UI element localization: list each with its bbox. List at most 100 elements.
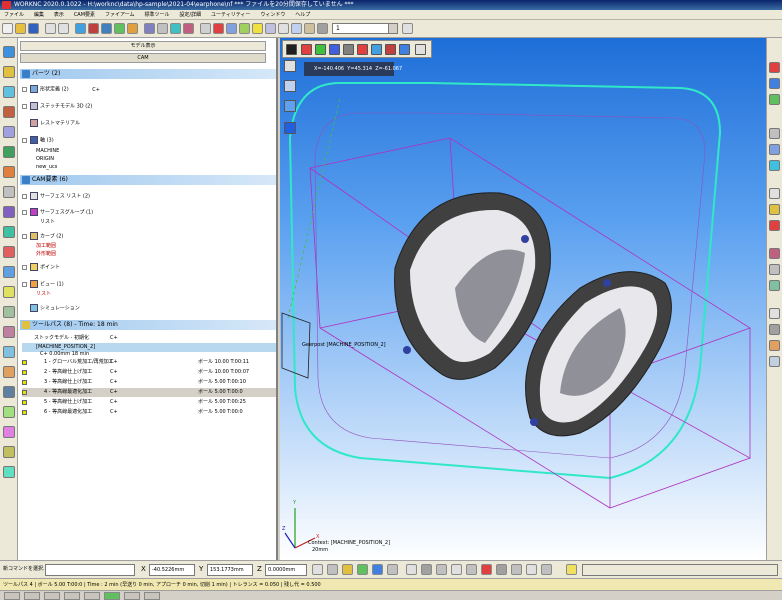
wireframe-cube-icon[interactable] xyxy=(284,60,296,72)
save-icon[interactable] xyxy=(28,23,39,34)
expand-icon[interactable] xyxy=(22,86,27,92)
menu-firearm[interactable]: ファイアーム xyxy=(101,10,139,20)
wire-icon[interactable] xyxy=(114,23,125,34)
view-right-icon[interactable] xyxy=(399,44,410,55)
curve-icon[interactable] xyxy=(3,106,15,118)
layer-icon[interactable] xyxy=(226,23,237,34)
polar-icon[interactable] xyxy=(387,564,398,575)
settings-icon[interactable] xyxy=(317,23,328,34)
tree-node-stitch-model[interactable]: ステッチモデル 3D (2) xyxy=(22,102,92,111)
pale-tool-icon[interactable] xyxy=(769,356,780,367)
green-tool-icon[interactable] xyxy=(769,94,780,105)
shade-icon[interactable] xyxy=(101,23,112,34)
tree-node-machining-range[interactable]: 加工範囲 xyxy=(36,242,56,250)
center-icon[interactable] xyxy=(406,564,417,575)
view-cube-icon[interactable] xyxy=(88,23,99,34)
stock-init-row[interactable]: ストックモデル - 初期化 C+ xyxy=(22,334,276,343)
menu-tools[interactable]: 標準ツール xyxy=(140,10,173,20)
stop-tool-icon[interactable] xyxy=(769,220,780,231)
zoom-icon[interactable] xyxy=(127,23,138,34)
toolpath-icon[interactable] xyxy=(3,166,15,178)
task-button[interactable] xyxy=(24,592,40,600)
perpendicular-icon[interactable] xyxy=(511,564,522,575)
ortho-icon[interactable] xyxy=(372,564,383,575)
offset-icon[interactable] xyxy=(3,326,15,338)
print-icon[interactable] xyxy=(304,23,315,34)
open-folder-icon[interactable] xyxy=(15,23,26,34)
tree-node-machine[interactable]: MACHINE xyxy=(36,147,59,155)
point-icon[interactable] xyxy=(3,126,15,138)
toolpath-checkbox[interactable] xyxy=(22,380,27,385)
table-row[interactable]: 2 - 等高線仕上げ加工 C+ ボール 10.00 T:00:07 xyxy=(22,368,276,377)
table-row-selected[interactable]: 4 - 等高線最適化加工 C+ ボール 5.00 T:00:0 xyxy=(22,388,276,397)
toolpath-header[interactable]: ツールパス (8) - Time: 18 min xyxy=(20,320,276,330)
toolpath-checkbox[interactable] xyxy=(22,400,27,405)
light-icon[interactable] xyxy=(252,23,263,34)
post-icon[interactable] xyxy=(3,266,15,278)
simulate-icon[interactable] xyxy=(3,226,15,238)
command-input[interactable] xyxy=(45,564,135,576)
tree-node-surface-list[interactable]: サーフェス リスト (2) xyxy=(22,192,90,201)
menu-help[interactable]: ヘルプ xyxy=(291,10,314,20)
hidden-cube-icon[interactable] xyxy=(284,100,296,112)
select-icon[interactable] xyxy=(183,23,194,34)
menu-view[interactable]: 表示 xyxy=(50,10,68,20)
scale-icon[interactable] xyxy=(3,446,15,458)
toolpath-checkbox[interactable] xyxy=(22,390,27,395)
white-tool-icon[interactable] xyxy=(769,308,780,319)
table-row[interactable]: 5 - 等高線仕上げ加工 C+ ボール 5.00 T:00:25 xyxy=(22,398,276,407)
near-icon[interactable] xyxy=(451,564,462,575)
menu-file[interactable]: ファイル xyxy=(0,10,28,20)
dark-tool-icon[interactable] xyxy=(769,324,780,335)
yellow-tool-icon[interactable] xyxy=(769,204,780,215)
tree-node-outline-range[interactable]: 外形範囲 xyxy=(36,250,56,258)
part-icon[interactable] xyxy=(3,46,15,58)
trim-icon[interactable] xyxy=(3,466,15,478)
tree-node-axis[interactable]: 軸 (3) xyxy=(22,136,54,145)
z-field[interactable]: 0.0000mm xyxy=(265,564,307,576)
grey-tool-icon[interactable] xyxy=(769,128,780,139)
task-button[interactable] xyxy=(4,592,20,600)
stop-icon[interactable] xyxy=(481,564,492,575)
extension-icon[interactable] xyxy=(541,564,552,575)
expand-icon[interactable] xyxy=(22,193,27,199)
expand-icon[interactable] xyxy=(22,233,27,239)
mid-icon[interactable] xyxy=(436,564,447,575)
orange-tool-icon[interactable] xyxy=(769,340,780,351)
snap-icon[interactable] xyxy=(312,564,323,575)
view-left-icon[interactable] xyxy=(385,44,396,55)
menu-edit[interactable]: 編集 xyxy=(30,10,48,20)
tree-node-view-list[interactable]: リスト xyxy=(36,290,51,298)
task-button-active[interactable] xyxy=(104,592,120,600)
menu-cam[interactable]: CAM要素 xyxy=(70,10,99,20)
verify-icon[interactable] xyxy=(3,246,15,258)
rotate-icon[interactable] xyxy=(3,426,15,438)
measure-icon[interactable] xyxy=(200,23,211,34)
grid-snap-icon[interactable] xyxy=(357,564,368,575)
expand-icon[interactable] xyxy=(22,281,27,287)
view-back-icon[interactable] xyxy=(357,44,368,55)
tree-node-rest-material[interactable]: レストマテリアル xyxy=(22,119,80,128)
menu-window[interactable]: ウィンドウ xyxy=(256,10,289,20)
toolpath-checkbox[interactable] xyxy=(22,360,27,365)
camera-icon[interactable] xyxy=(291,23,302,34)
task-button[interactable] xyxy=(124,592,140,600)
x-field[interactable]: -40.5226mm xyxy=(149,564,195,576)
expand-icon[interactable] xyxy=(22,264,27,270)
expand-icon[interactable] xyxy=(22,209,27,215)
pan-icon[interactable] xyxy=(157,23,168,34)
copy-icon[interactable] xyxy=(3,386,15,398)
red-tool-icon[interactable] xyxy=(769,62,780,73)
view-front-icon[interactable] xyxy=(301,44,312,55)
undo-icon[interactable] xyxy=(45,23,56,34)
blue-tool-icon[interactable] xyxy=(769,78,780,89)
3d-viewport[interactable]: X=-140.406 Y=45.314 Z=-61.067 Geerpost [… xyxy=(280,38,766,560)
pick-icon[interactable] xyxy=(327,564,338,575)
layer-tool-icon[interactable] xyxy=(769,144,780,155)
expand-icon[interactable] xyxy=(22,137,27,143)
tree-node-views[interactable]: ビュー (1) xyxy=(22,280,64,289)
chevron-down-icon[interactable] xyxy=(388,24,397,33)
section-icon[interactable] xyxy=(265,23,276,34)
tab-model-display[interactable]: モデル表示 xyxy=(20,41,266,51)
hide-icon[interactable] xyxy=(170,23,181,34)
